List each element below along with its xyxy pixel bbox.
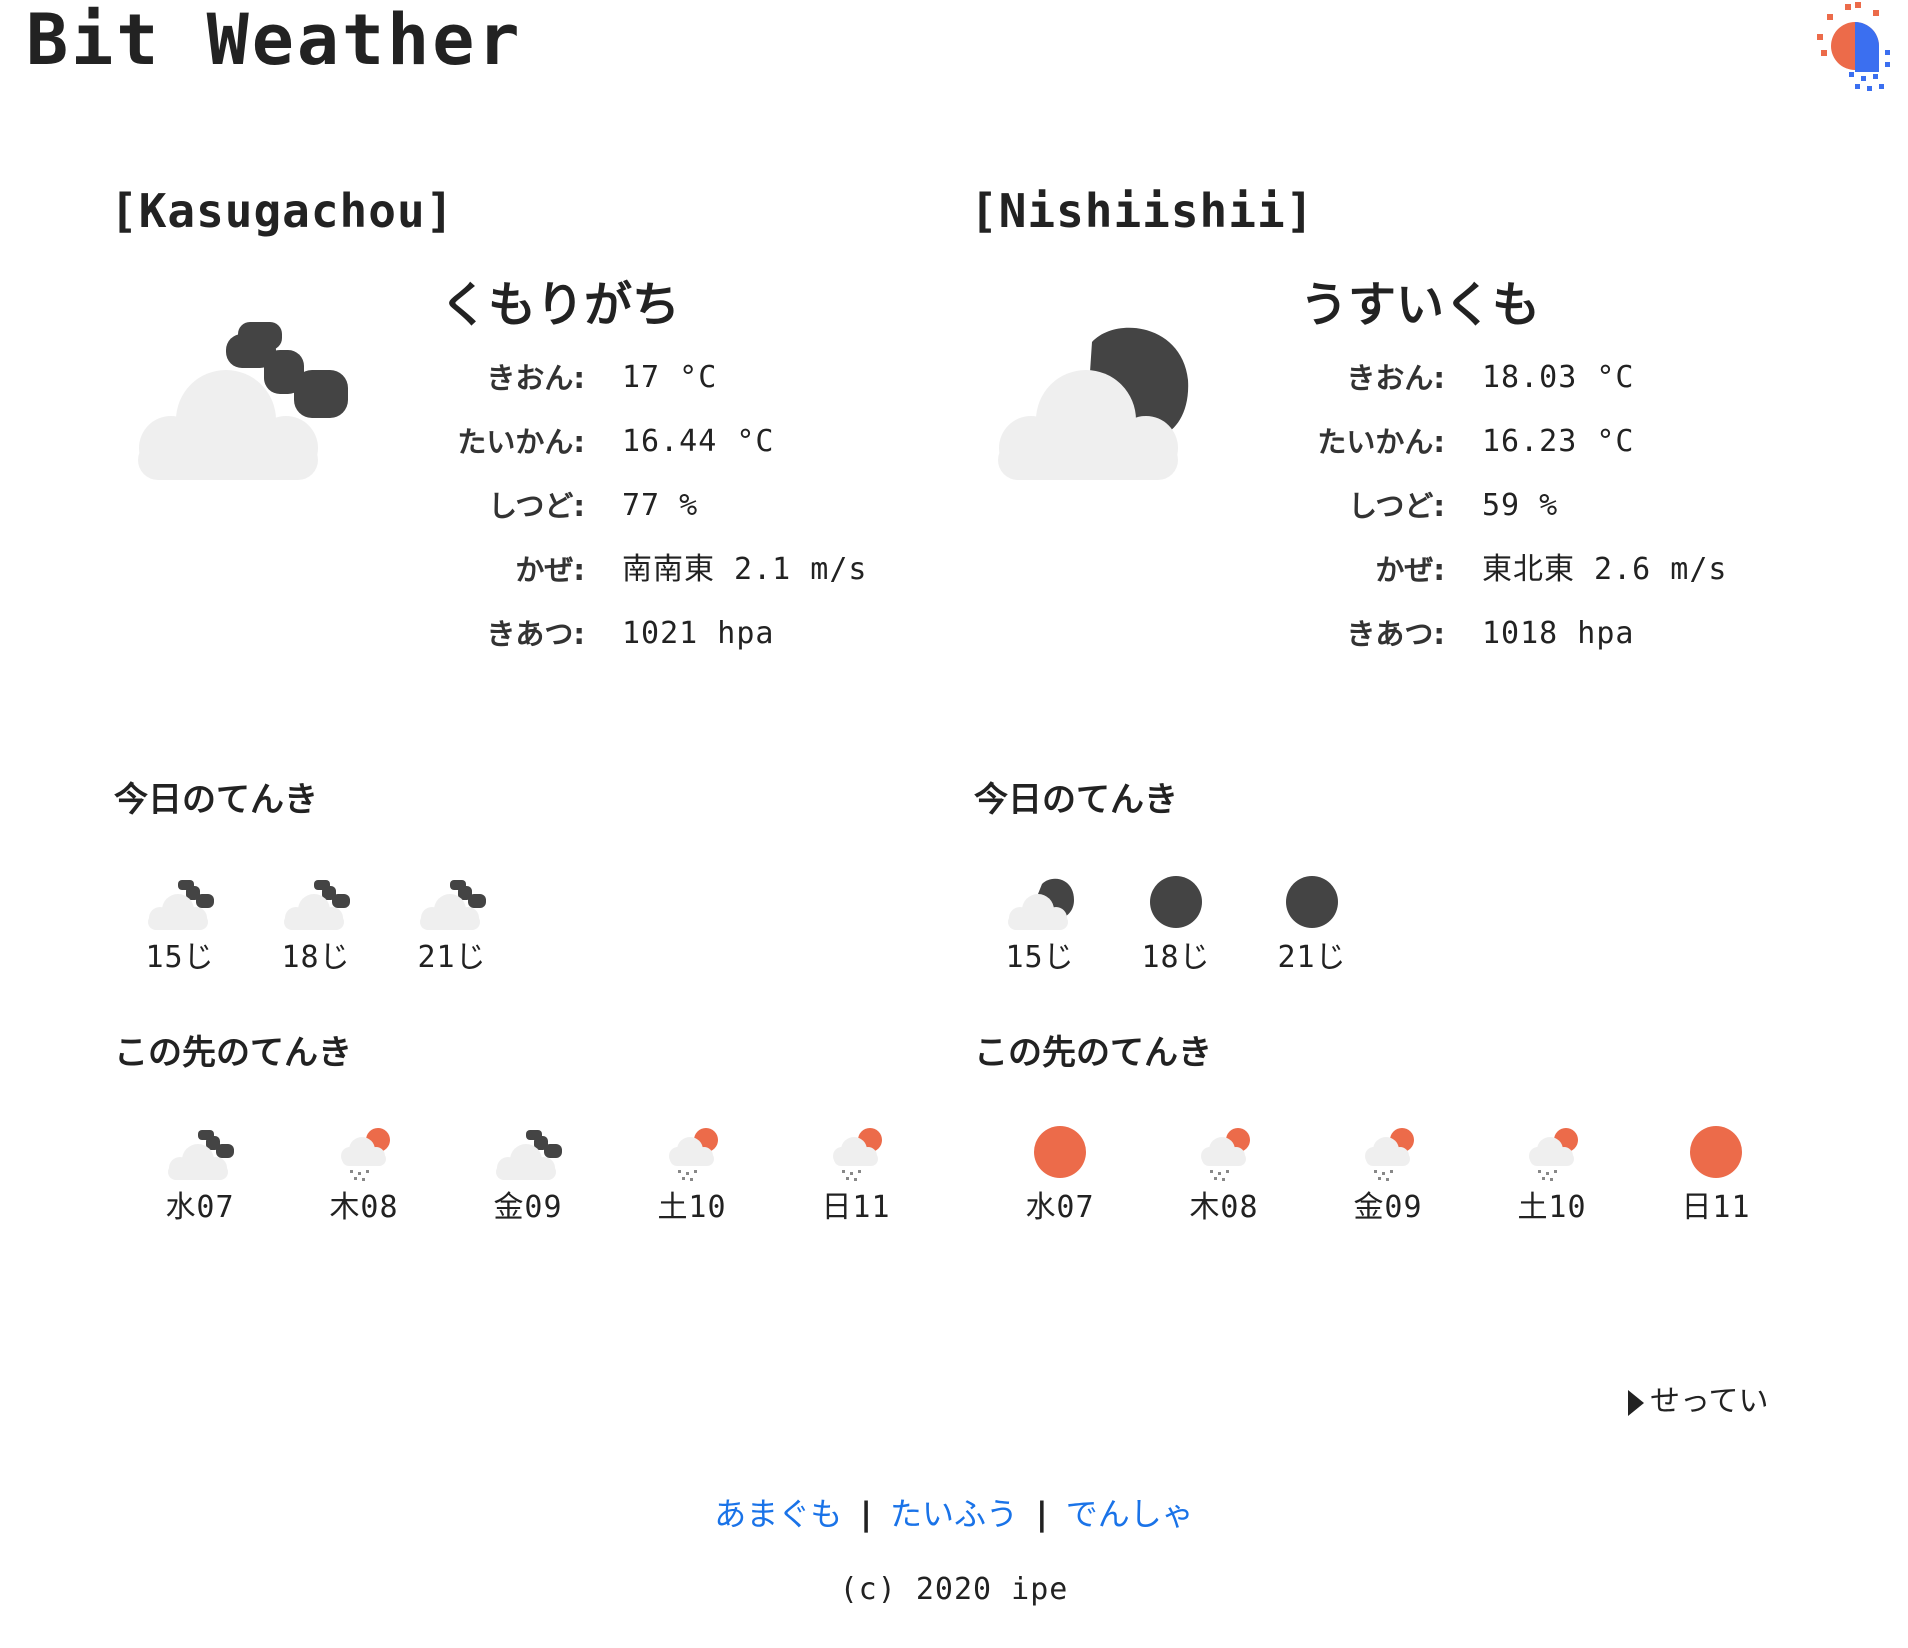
stat-value: 1021 hpa [622, 616, 775, 651]
daily-forecast-item: 木08 [1164, 1120, 1284, 1228]
stat-label: かぜ: [515, 553, 585, 587]
broken-clouds-icon [168, 1130, 234, 1180]
light-rain-icon [341, 1128, 390, 1181]
stat-label: たいかん: [457, 425, 585, 459]
today-weather-title: 今日のてんき [114, 780, 318, 820]
current-condition: くもりがち [440, 277, 681, 333]
link-taifuu[interactable]: たいふう [890, 1495, 1018, 1533]
forecast-day: 水07 [1025, 1190, 1095, 1225]
stat-value: 1018 hpa [1482, 616, 1635, 651]
stat-label: しつど: [488, 489, 585, 523]
settings-toggle[interactable]: せってい [1628, 1380, 1769, 1424]
clear-sky-icon [1034, 1126, 1086, 1178]
triangle-right-icon [1628, 1389, 1644, 1416]
daily-forecast-item: 土10 [632, 1120, 752, 1228]
daily-forecast-item: 日11 [1656, 1120, 1776, 1228]
forecast-time: 21じ [1277, 940, 1347, 975]
link-separator: | [860, 1495, 872, 1533]
stat-value: 16.23 °C [1482, 424, 1635, 459]
light-rain-icon [1201, 1128, 1250, 1181]
scattered-clouds-icon [1008, 878, 1074, 930]
app-title: Bit Weather [26, 0, 523, 81]
hourly-forecast-item: 18じ [266, 870, 366, 978]
link-separator: | [1036, 1495, 1048, 1533]
daily-forecast-item: 水07 [140, 1120, 260, 1228]
clear-night-icon [1286, 876, 1338, 928]
location-name: [Kasugachou] [110, 184, 455, 238]
light-rain-icon [669, 1128, 718, 1181]
light-rain-icon [1365, 1128, 1414, 1181]
forecast-day: 水07 [165, 1190, 235, 1225]
stat-value: 東北東 2.6 m/s [1482, 552, 1728, 587]
today-weather-title: 今日のてんき [974, 780, 1178, 820]
forecast-time: 15じ [1005, 940, 1075, 975]
settings-label: せってい [1650, 1384, 1769, 1419]
current-condition: うすいくも [1300, 277, 1541, 333]
hourly-forecast-item: 21じ [1262, 870, 1362, 978]
broken-clouds-icon [148, 880, 214, 930]
forecast-day: 木08 [1189, 1190, 1259, 1225]
stat-label: きおん: [486, 361, 585, 395]
stat-label: きあつ: [486, 617, 585, 651]
daily-forecast-item: 金09 [1328, 1120, 1448, 1228]
forecast-day: 金09 [1353, 1190, 1423, 1225]
forecast-time: 18じ [281, 940, 351, 975]
stat-value: 17 °C [622, 360, 718, 395]
stat-value: 18.03 °C [1482, 360, 1635, 395]
location-panel-kasugachou: [Kasugachou] くもりがち きおん: 17 °C たいかん: 16.4… [110, 180, 940, 1280]
stat-value: 59 % [1482, 488, 1559, 523]
forecast-day: 土10 [1517, 1190, 1587, 1225]
daily-forecast-item: 金09 [468, 1120, 588, 1228]
forecast-day: 日11 [821, 1190, 891, 1225]
link-amagumo[interactable]: あまぐも [714, 1495, 842, 1533]
forecast-day: 金09 [493, 1190, 563, 1225]
hourly-forecast-item: 18じ [1126, 870, 1226, 978]
stat-label: かぜ: [1375, 553, 1445, 587]
broken-clouds-icon [496, 1130, 562, 1180]
light-rain-icon [1529, 1128, 1578, 1181]
forecast-day: 木08 [329, 1190, 399, 1225]
daily-forecast-item: 日11 [796, 1120, 916, 1228]
future-weather-title: この先のてんき [974, 1033, 1212, 1073]
copyright: (c) 2020 ipe [839, 1572, 1069, 1607]
stat-label: しつど: [1348, 489, 1445, 523]
scattered-clouds-icon [998, 327, 1189, 480]
stat-label: きおん: [1346, 361, 1445, 395]
clear-night-icon [1150, 876, 1202, 928]
location-panel-nishiishii: [Nishiishii] うすいくも きおん: 18.03 °C たいかん: 1… [970, 180, 1800, 1280]
clear-sky-icon [1690, 1126, 1742, 1178]
broken-clouds-icon [138, 322, 348, 480]
forecast-time: 18じ [1141, 940, 1211, 975]
stat-value: 77 % [622, 488, 699, 523]
stat-value: 16.44 °C [622, 424, 775, 459]
light-rain-icon [833, 1128, 882, 1181]
daily-forecast-item: 土10 [1492, 1120, 1612, 1228]
future-weather-title: この先のてんき [114, 1033, 352, 1073]
stat-value: 南南東 2.1 m/s [622, 552, 868, 587]
link-densha[interactable]: でんしゃ [1066, 1495, 1194, 1533]
hourly-forecast-item: 15じ [130, 870, 230, 978]
hourly-forecast-item: 15じ [990, 870, 1090, 978]
stat-label: たいかん: [1317, 425, 1445, 459]
stat-label: きあつ: [1346, 617, 1445, 651]
footer-nav: あまぐも | たいふう | でんしゃ [0, 1490, 1908, 1538]
forecast-day: 日11 [1681, 1190, 1751, 1225]
location-name: [Nishiishii] [970, 184, 1315, 238]
forecast-time: 15じ [145, 940, 215, 975]
hourly-forecast-item: 21じ [402, 870, 502, 978]
broken-clouds-icon [420, 880, 486, 930]
broken-clouds-icon [284, 880, 350, 930]
daily-forecast-item: 水07 [1000, 1120, 1120, 1228]
forecast-day: 土10 [657, 1190, 727, 1225]
daily-forecast-item: 木08 [304, 1120, 424, 1228]
sun-rain-logo-icon [1817, 2, 1890, 91]
forecast-time: 21じ [417, 940, 487, 975]
